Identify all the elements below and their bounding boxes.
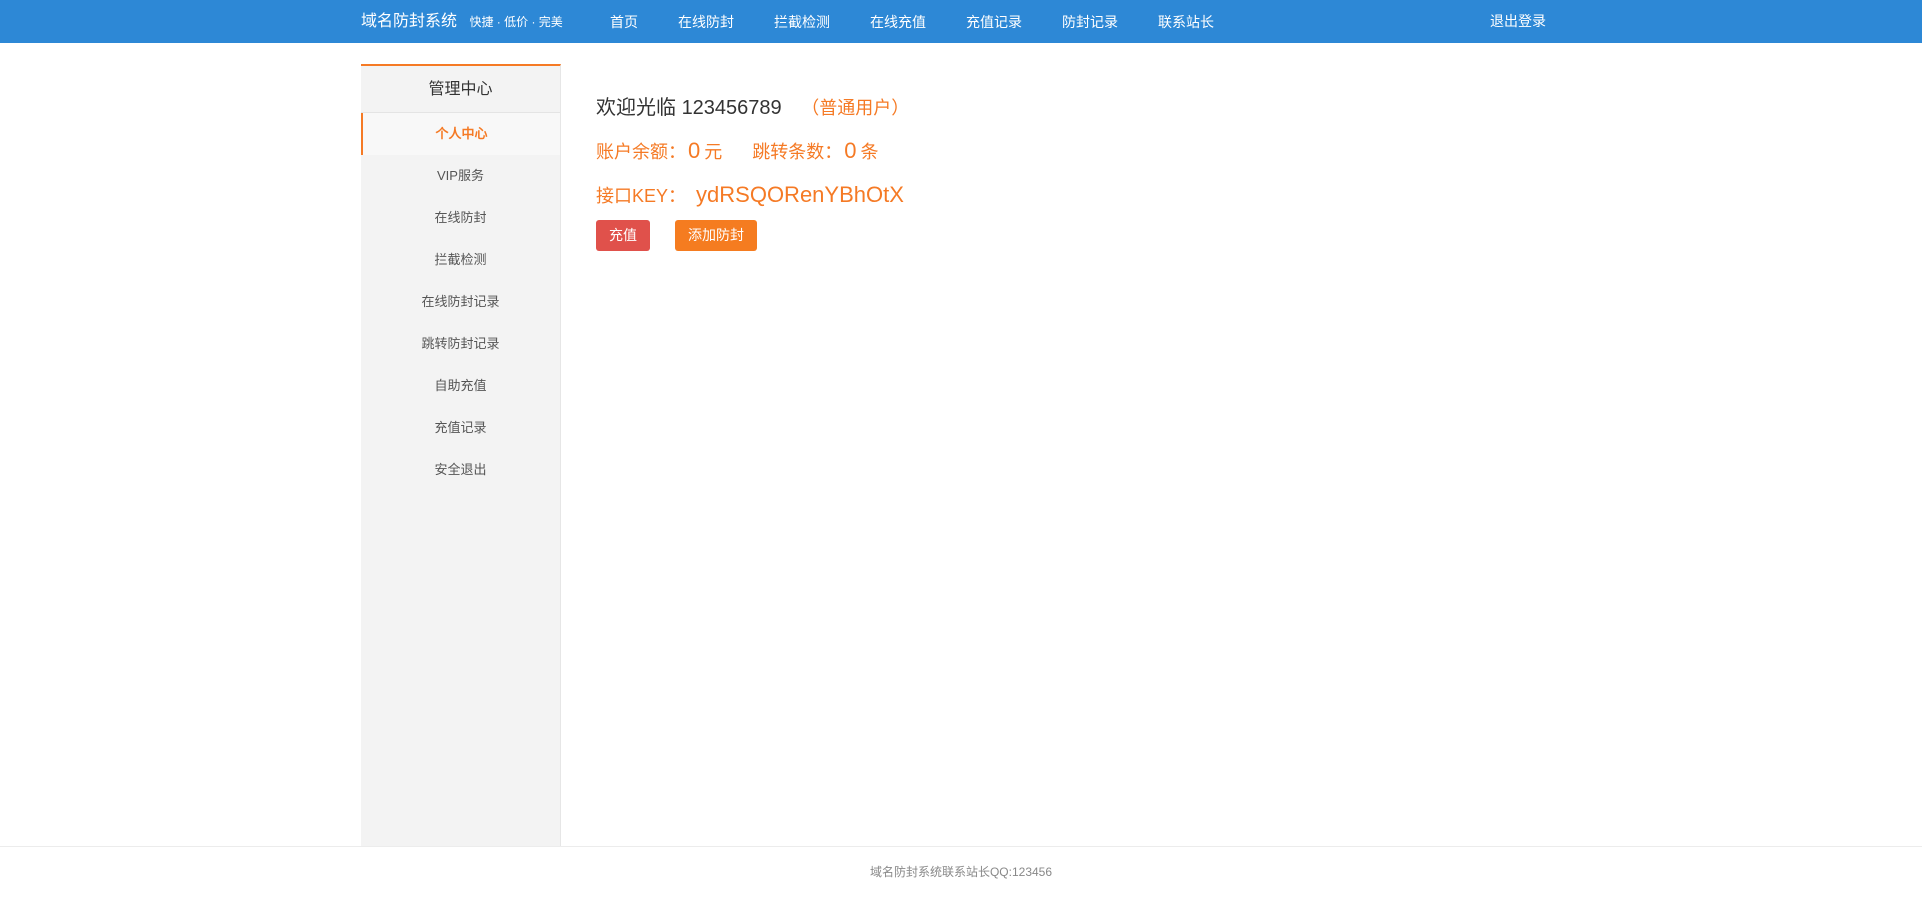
main-content: 欢迎光临 123456789 （普通用户） 账户余额：0 元 跳转条数：0 条 接口… <box>596 90 1496 251</box>
sidebar-item-personal-center[interactable]: 个人中心 <box>361 113 560 155</box>
sidebar-item-block-check[interactable]: 拦截检测 <box>361 239 560 281</box>
nav-contact-admin[interactable]: 联系站长 <box>1158 12 1214 32</box>
nav-home[interactable]: 首页 <box>610 12 638 32</box>
sidebar-item-online-protect-records[interactable]: 在线防封记录 <box>361 281 560 323</box>
main-nav: 首页 在线防封 拦截检测 在线充值 充值记录 防封记录 联系站长 <box>610 0 1254 43</box>
sidebar-item-self-recharge[interactable]: 自助充值 <box>361 365 560 407</box>
jump-count-unit: 条 <box>860 142 879 162</box>
sidebar-item-safe-logout[interactable]: 安全退出 <box>361 449 560 491</box>
logout-link[interactable]: 退出登录 <box>1490 0 1546 43</box>
api-key-line: 接口KEY： ydRSQORenYBhOtX <box>596 178 1496 212</box>
nav-online-protect[interactable]: 在线防封 <box>678 12 734 32</box>
sidebar-item-recharge-records[interactable]: 充值记录 <box>361 407 560 449</box>
recharge-button[interactable]: 充值 <box>596 220 650 251</box>
footer-contact-text: 域名防封系统联系站长QQ:123456 <box>869 865 1053 879</box>
action-buttons: 充值 添加防封 <box>596 220 1496 251</box>
sidebar-title: 管理中心 <box>361 66 560 113</box>
username: 123456789 <box>681 97 782 119</box>
user-role: （普通用户） <box>801 98 910 118</box>
footer: 域名防封系统联系站长QQ:123456 <box>0 846 1922 898</box>
nav-online-recharge[interactable]: 在线充值 <box>870 12 926 32</box>
nav-protect-records[interactable]: 防封记录 <box>1062 12 1118 32</box>
brand[interactable]: 域名防封系统 快捷 · 低价 · 完美 <box>361 0 563 43</box>
sidebar-item-online-protect[interactable]: 在线防封 <box>361 197 560 239</box>
account-stats: 账户余额：0 元 跳转条数：0 条 <box>596 134 1496 168</box>
balance-unit: 元 <box>704 142 723 162</box>
welcome-line: 欢迎光临 123456789 （普通用户） <box>596 90 1496 126</box>
sidebar: 管理中心 个人中心 VIP服务 在线防封 拦截检测 在线防封记录 跳转防封记录 … <box>361 64 561 846</box>
sidebar-item-jump-protect-records[interactable]: 跳转防封记录 <box>361 323 560 365</box>
balance-value: 0 <box>688 138 701 163</box>
brand-slogan: 快捷 · 低价 · 完美 <box>469 15 563 29</box>
nav-block-check[interactable]: 拦截检测 <box>774 12 830 32</box>
nav-recharge-records[interactable]: 充值记录 <box>966 12 1022 32</box>
api-key-label: 接口KEY： <box>596 186 687 206</box>
welcome-prefix: 欢迎光临 <box>596 97 676 119</box>
add-protect-button[interactable]: 添加防封 <box>675 220 757 251</box>
top-navbar: 域名防封系统 快捷 · 低价 · 完美 首页 在线防封 拦截检测 在线充值 充值… <box>0 0 1922 43</box>
sidebar-item-vip-service[interactable]: VIP服务 <box>361 155 560 197</box>
api-key-value: ydRSQORenYBhOtX <box>696 182 904 207</box>
brand-title: 域名防封系统 <box>361 13 458 30</box>
jump-count-label: 跳转条数： <box>752 142 843 162</box>
balance-label: 账户余额： <box>596 142 686 162</box>
jump-count-value: 0 <box>844 138 857 163</box>
